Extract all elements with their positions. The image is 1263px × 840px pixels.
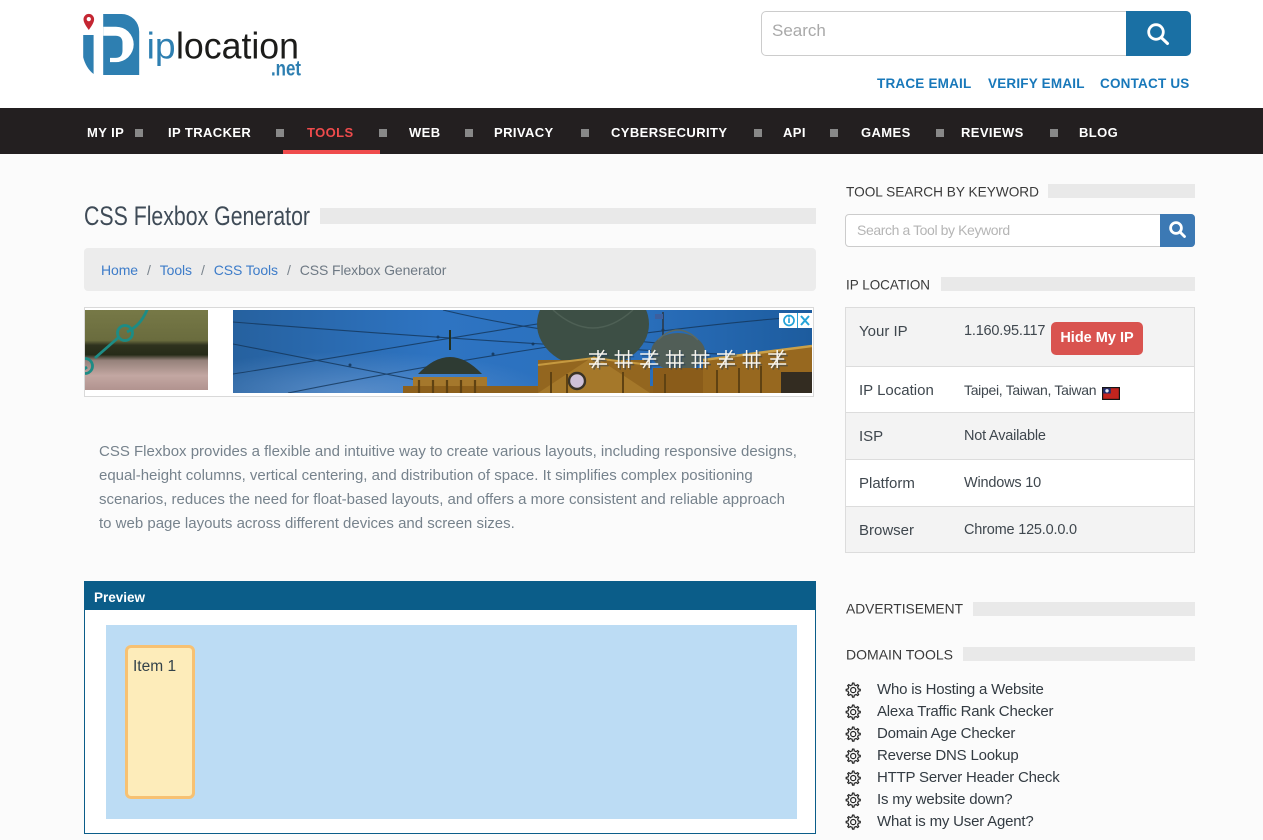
svg-text:TOOL SEARCH BY KEYWORD: TOOL SEARCH BY KEYWORD	[846, 184, 1039, 200]
svg-text:DOMAIN TOOLS: DOMAIN TOOLS	[846, 647, 953, 663]
svg-text:.net: .net	[271, 58, 301, 81]
svg-text:ADVERTISEMENT: ADVERTISEMENT	[846, 601, 963, 617]
svg-text:IP LOCATION: IP LOCATION	[846, 277, 930, 293]
svg-text:ip: ip	[147, 25, 176, 66]
svg-text:CSS Flexbox Generator: CSS Flexbox Generator	[84, 201, 310, 231]
